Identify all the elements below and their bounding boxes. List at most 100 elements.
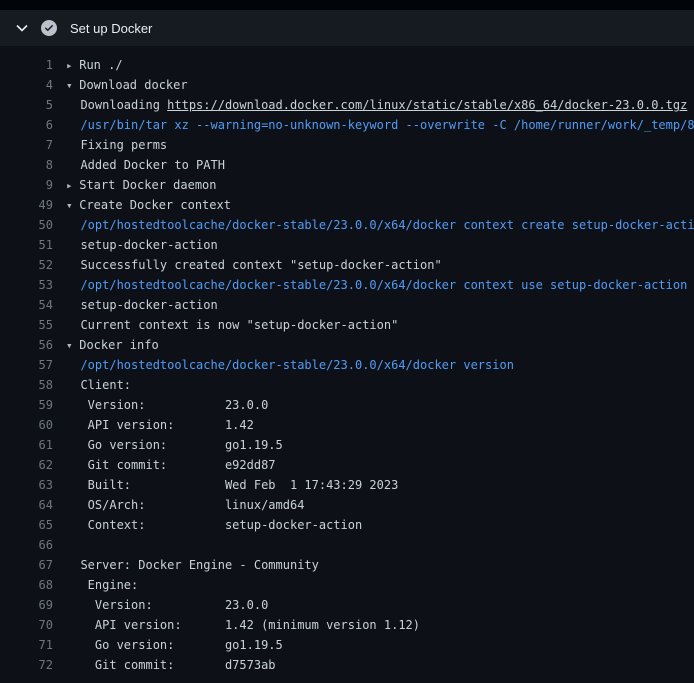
chevron-down-icon[interactable] xyxy=(16,24,28,32)
log-line: 6 /usr/bin/tar xz --warning=no-unknown-k… xyxy=(0,115,694,135)
line-number[interactable]: 6 xyxy=(0,115,53,135)
group-collapse-icon[interactable]: ▾ xyxy=(66,336,79,355)
log-line: 49 ▾Create Docker context xyxy=(0,195,694,215)
log-line-content: /opt/hostedtoolcache/docker-stable/23.0.… xyxy=(66,355,694,375)
log-text: API version: 1.42 xyxy=(66,418,254,432)
line-number[interactable]: 67 xyxy=(0,555,53,575)
log-text: OS/Arch: linux/amd64 xyxy=(66,498,304,512)
line-number[interactable]: 53 xyxy=(0,275,53,295)
line-number[interactable]: 59 xyxy=(0,395,53,415)
log-line-content: Built: Wed Feb 1 17:43:29 2023 xyxy=(66,475,694,495)
log-line-content: Go version: go1.19.5 xyxy=(66,635,694,655)
log-line: 65 Context: setup-docker-action xyxy=(0,515,694,535)
log-text: Successfully created context "setup-dock… xyxy=(66,258,442,272)
log-line: 56 ▾Docker info xyxy=(0,335,694,355)
log-line: 72 Git commit: d7573ab xyxy=(0,655,694,675)
group-collapse-icon[interactable]: ▾ xyxy=(66,196,79,215)
log-line-content: ▾Download docker xyxy=(66,75,694,95)
log-line-content: Version: 23.0.0 xyxy=(66,395,694,415)
log-text: Git commit: e92dd87 xyxy=(66,458,276,472)
log-line-content: Downloading https://download.docker.com/… xyxy=(66,95,694,115)
log-text: Current context is now "setup-docker-act… xyxy=(66,318,398,332)
line-number[interactable]: 62 xyxy=(0,455,53,475)
log-line-content: ▸Run ./ xyxy=(66,55,694,75)
group-title[interactable]: Create Docker context xyxy=(79,198,231,212)
log-line: 4 ▾Download docker xyxy=(0,75,694,95)
line-number[interactable]: 57 xyxy=(0,355,53,375)
line-number[interactable]: 64 xyxy=(0,495,53,515)
log-line: 55 Current context is now "setup-docker-… xyxy=(0,315,694,335)
line-number[interactable]: 9 xyxy=(0,175,53,195)
group-title[interactable]: Run ./ xyxy=(79,58,122,72)
log-text: Git commit: d7573ab xyxy=(66,658,276,672)
line-number[interactable]: 56 xyxy=(0,335,53,355)
group-title[interactable]: Start Docker daemon xyxy=(79,178,216,192)
log-line: 9 ▸Start Docker daemon xyxy=(0,175,694,195)
log-line: 53 /opt/hostedtoolcache/docker-stable/23… xyxy=(0,275,694,295)
log-line: 5 Downloading https://download.docker.co… xyxy=(0,95,694,115)
log-line-content: ▾Create Docker context xyxy=(66,195,694,215)
log-line-content: Fixing perms xyxy=(66,135,694,155)
log-line: 57 /opt/hostedtoolcache/docker-stable/23… xyxy=(0,355,694,375)
log-command-text: /opt/hostedtoolcache/docker-stable/23.0.… xyxy=(66,278,687,292)
log-line: 62 Git commit: e92dd87 xyxy=(0,455,694,475)
log-text: Server: Docker Engine - Community xyxy=(66,558,319,572)
line-number[interactable]: 1 xyxy=(0,55,53,75)
line-number[interactable]: 72 xyxy=(0,655,53,675)
log-link[interactable]: https://download.docker.com/linux/static… xyxy=(167,98,687,112)
line-number[interactable]: 55 xyxy=(0,315,53,335)
success-check-icon xyxy=(41,20,57,36)
line-number[interactable]: 52 xyxy=(0,255,53,275)
line-number[interactable]: 71 xyxy=(0,635,53,655)
line-number[interactable]: 66 xyxy=(0,535,53,555)
log-line-content xyxy=(66,535,694,555)
log-line-content: OS/Arch: linux/amd64 xyxy=(66,495,694,515)
group-title[interactable]: Download docker xyxy=(79,78,187,92)
line-number[interactable]: 5 xyxy=(0,95,53,115)
log-text: Added Docker to PATH xyxy=(66,158,225,172)
log-line: 70 API version: 1.42 (minimum version 1.… xyxy=(0,615,694,635)
line-number[interactable]: 58 xyxy=(0,375,53,395)
line-number[interactable]: 60 xyxy=(0,415,53,435)
line-number[interactable]: 68 xyxy=(0,575,53,595)
line-number[interactable]: 49 xyxy=(0,195,53,215)
line-number[interactable]: 70 xyxy=(0,615,53,635)
step-title: Set up Docker xyxy=(70,21,152,36)
log-line-content: Successfully created context "setup-dock… xyxy=(66,255,694,275)
log-line-content: ▾Docker info xyxy=(66,335,694,355)
line-number[interactable]: 7 xyxy=(0,135,53,155)
line-number[interactable]: 63 xyxy=(0,475,53,495)
log-line-content: /opt/hostedtoolcache/docker-stable/23.0.… xyxy=(66,215,694,235)
group-expand-icon[interactable]: ▸ xyxy=(66,56,79,75)
log-line: 66 xyxy=(0,535,694,555)
log-text: Client: xyxy=(66,378,131,392)
log-line: 67 Server: Docker Engine - Community xyxy=(0,555,694,575)
group-title[interactable]: Docker info xyxy=(79,338,158,352)
log-line-content: setup-docker-action xyxy=(66,235,694,255)
line-number[interactable]: 50 xyxy=(0,215,53,235)
group-collapse-icon[interactable]: ▾ xyxy=(66,76,79,95)
log-text: Built: Wed Feb 1 17:43:29 2023 xyxy=(66,478,398,492)
log-line: 60 API version: 1.42 xyxy=(0,415,694,435)
line-number[interactable]: 4 xyxy=(0,75,53,95)
log-line-content: Go version: go1.19.5 xyxy=(66,435,694,455)
group-expand-icon[interactable]: ▸ xyxy=(66,176,79,195)
log-line-content: Client: xyxy=(66,375,694,395)
log-line-content: Version: 23.0.0 xyxy=(66,595,694,615)
line-number[interactable]: 8 xyxy=(0,155,53,175)
log-line: 61 Go version: go1.19.5 xyxy=(0,435,694,455)
log-line: 58 Client: xyxy=(0,375,694,395)
log-line: 63 Built: Wed Feb 1 17:43:29 2023 xyxy=(0,475,694,495)
log-line: 59 Version: 23.0.0 xyxy=(0,395,694,415)
log-text: Go version: go1.19.5 xyxy=(66,638,283,652)
log-text: Go version: go1.19.5 xyxy=(66,438,283,452)
log-line-content: Current context is now "setup-docker-act… xyxy=(66,315,694,335)
step-header[interactable]: Set up Docker xyxy=(0,10,694,46)
line-number[interactable]: 69 xyxy=(0,595,53,615)
line-number[interactable]: 51 xyxy=(0,235,53,255)
line-number[interactable]: 54 xyxy=(0,295,53,315)
line-number[interactable]: 61 xyxy=(0,435,53,455)
log-text: Downloading xyxy=(66,98,167,112)
line-number[interactable]: 65 xyxy=(0,515,53,535)
log-lines-container: 1▸Run ./4▾Download docker5 Downloading h… xyxy=(0,46,694,675)
